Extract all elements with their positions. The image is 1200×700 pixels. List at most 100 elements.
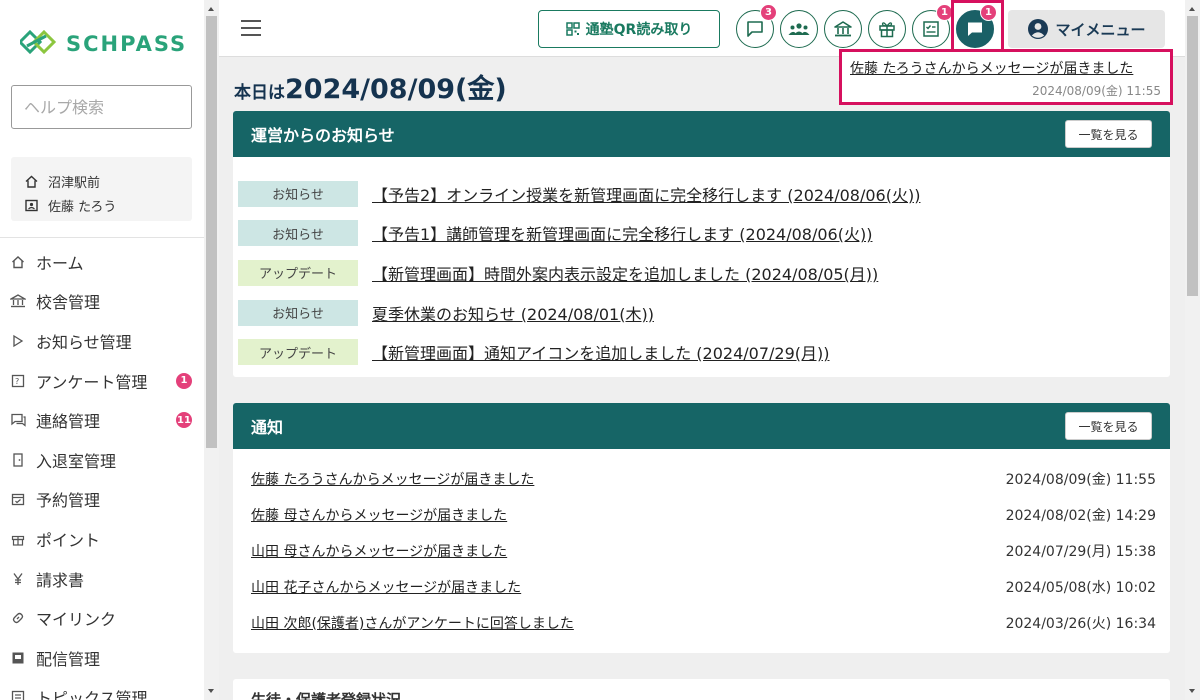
brand-logo[interactable]: SCHPASS — [20, 30, 187, 58]
news-link[interactable]: 【新管理画面】通知アイコンを追加しました (2024/07/29(月)) — [372, 340, 829, 364]
notice-link[interactable]: 山田 次郎(保護者)さんがアンケートに回答しました — [251, 613, 574, 633]
survey-icon — [923, 21, 939, 37]
broadcast-icon — [10, 650, 26, 666]
sidebar-item-0[interactable]: ホーム — [0, 242, 204, 282]
sidebar-item-3[interactable]: ? アンケート管理 1 — [0, 361, 204, 401]
sidebar-item-11[interactable]: トピックス管理 — [0, 678, 204, 700]
main-scrollbar-thumb[interactable] — [1187, 16, 1198, 296]
school-building-icon — [834, 21, 852, 37]
notice-list-item: 山田 母さんからメッセージが届きました 2024/07/29(月) 15:38 — [233, 533, 1170, 569]
sidebar-item-label: 連絡管理 — [36, 412, 101, 432]
school-building-button[interactable] — [824, 10, 862, 48]
news-tag-badge: お知らせ — [238, 299, 358, 326]
sidebar-scrollbar-thumb[interactable] — [206, 16, 217, 448]
news-link[interactable]: 【予告2】オンライン授業を新管理画面に完全移行します (2024/08/06(火… — [372, 182, 920, 206]
today-heading: 本日は 2024/08/09(金) — [234, 67, 507, 106]
main-scroll-up-arrow-icon[interactable] — [1189, 7, 1195, 11]
gift-icon — [879, 22, 895, 38]
notice-timestamp: 2024/07/29(月) 15:38 — [1005, 544, 1156, 560]
main-scroll-down-arrow-icon[interactable] — [1189, 689, 1195, 693]
gift-icon — [10, 531, 26, 547]
survey-icon: ? — [10, 373, 26, 389]
sidebar-item-8[interactable]: 請求書 — [0, 559, 204, 599]
sidebar-item-5[interactable]: 入退室管理 — [0, 440, 204, 480]
yen-icon — [10, 571, 26, 587]
sidebar-item-4[interactable]: 連絡管理 11 — [0, 400, 204, 440]
id-card-icon — [25, 199, 38, 211]
sidebar-item-label: アンケート管理 — [36, 372, 148, 392]
messages-button[interactable]: 3 — [736, 4, 777, 48]
news-list-item: アップデート 【新管理画面】時間外案内表示設定を追加しました (2024/08/0… — [233, 253, 1170, 293]
notice-link[interactable]: 山田 母さんからメッセージが届きました — [251, 541, 507, 561]
sidebar-item-7[interactable]: ポイント — [0, 519, 204, 559]
sidebar-item-label: 校舎管理 — [36, 293, 101, 313]
news-tag-badge: アップデート — [238, 259, 358, 286]
news-link[interactable]: 【新管理画面】時間外案内表示設定を追加しました (2024/08/05(月)) — [372, 261, 878, 285]
schpass-logo-icon — [20, 30, 57, 55]
popup-message-link[interactable]: 佐藤 たろうさんからメッセージが届きました — [850, 58, 1161, 78]
my-menu-label: マイメニュー — [1055, 20, 1146, 39]
notice-link[interactable]: 佐藤 母さんからメッセージが届きました — [251, 505, 507, 525]
sidebar-item-label: 請求書 — [36, 570, 85, 590]
notice-link[interactable]: 山田 花子さんからメッセージが届きました — [251, 577, 521, 597]
today-prefix: 本日は — [234, 83, 285, 103]
survey-button[interactable]: 1 — [912, 4, 953, 48]
sidebar-divider — [0, 237, 204, 238]
help-search-input[interactable] — [11, 85, 192, 129]
notices-card-title: 通知 — [251, 418, 284, 437]
news-tag-badge: アップデート — [238, 339, 358, 366]
scroll-up-arrow-icon[interactable] — [208, 7, 214, 11]
sidebar-item-10[interactable]: 配信管理 — [0, 638, 204, 678]
scroll-down-arrow-icon[interactable] — [208, 689, 214, 693]
notifications-button[interactable]: 1 — [956, 4, 997, 48]
sidebar-item-label: 入退室管理 — [36, 451, 117, 471]
current-user-box: 沼津駅前 佐藤 たろう — [11, 157, 192, 221]
sidebar-item-6[interactable]: 予約管理 — [0, 480, 204, 520]
user-row: 佐藤 たろう — [25, 193, 192, 217]
registration-status-card: 生徒・保護者登録状況 — [233, 679, 1170, 700]
sidebar-item-1[interactable]: 校舎管理 — [0, 282, 204, 322]
sidebar-item-9[interactable]: マイリンク — [0, 598, 204, 638]
points-button[interactable] — [868, 10, 906, 48]
today-date: 2024/08/09(金) — [285, 74, 507, 105]
sidebar-item-label: 配信管理 — [36, 649, 101, 669]
user-circle-icon — [1028, 19, 1049, 39]
calendar-icon — [10, 491, 26, 507]
sidebar-item-2[interactable]: お知らせ管理 — [0, 321, 204, 361]
qr-scan-button[interactable]: 通塾QR読み取り — [538, 10, 720, 48]
main-scrollbar[interactable] — [1185, 0, 1200, 700]
news-list-item: お知らせ 【予告1】講師管理を新管理画面に完全移行します (2024/08/06(… — [233, 214, 1170, 254]
home-icon — [25, 175, 38, 188]
door-icon — [10, 452, 26, 468]
main-content: 本日は 2024/08/09(金) 運営からのお知らせ 一覧を見る お知らせ 【予… — [219, 57, 1185, 700]
survey-badge: 1 — [936, 4, 953, 21]
news-tag-badge: お知らせ — [238, 220, 358, 247]
notification-popup: 佐藤 たろうさんからメッセージが届きました 2024/08/09(金) 11:5… — [839, 49, 1173, 105]
hamburger-menu-button[interactable] — [241, 20, 261, 36]
news-card-header: 運営からのお知らせ 一覧を見る — [233, 111, 1170, 157]
news-link[interactable]: 【予告1】講師管理を新管理画面に完全移行します (2024/08/06(火)) — [372, 221, 872, 245]
groups-button[interactable] — [780, 10, 818, 48]
notice-link[interactable]: 佐藤 たろうさんからメッセージが届きました — [251, 469, 534, 489]
news-card-title: 運営からのお知らせ — [251, 126, 395, 145]
chat-icon — [10, 412, 26, 428]
news-list-item: お知らせ 【予告2】オンライン授業を新管理画面に完全移行します (2024/08/… — [233, 174, 1170, 214]
notification-chat-icon — [968, 22, 982, 36]
news-link[interactable]: 夏季休業のお知らせ (2024/08/01(木)) — [372, 301, 654, 325]
notices-view-all-button[interactable]: 一覧を見る — [1065, 412, 1152, 440]
news-list-item: アップデート 【新管理画面】通知アイコンを追加しました (2024/07/29(月… — [233, 332, 1170, 372]
sidebar-scrollbar[interactable] — [204, 0, 219, 700]
notice-timestamp: 2024/08/09(金) 11:55 — [1005, 472, 1156, 488]
sidebar-item-label: ホーム — [36, 253, 84, 273]
notice-list-item: 佐藤 母さんからメッセージが届きました 2024/08/02(金) 14:29 — [233, 497, 1170, 533]
news-card: 運営からのお知らせ 一覧を見る お知らせ 【予告2】オンライン授業を新管理画面に完… — [233, 111, 1170, 377]
notice-list-item: 山田 次郎(保護者)さんがアンケートに回答しました 2024/03/26(火) 1… — [233, 605, 1170, 641]
my-menu-button[interactable]: マイメニュー — [1008, 10, 1165, 48]
news-view-all-button[interactable]: 一覧を見る — [1065, 120, 1152, 148]
notice-timestamp: 2024/08/02(金) 14:29 — [1005, 508, 1156, 524]
svg-text:?: ? — [15, 377, 19, 386]
play-icon — [10, 333, 26, 349]
topics-icon — [10, 689, 26, 700]
notice-timestamp: 2024/05/08(水) 10:02 — [1005, 580, 1156, 596]
qr-scan-label: 通塾QR読み取り — [585, 22, 693, 38]
